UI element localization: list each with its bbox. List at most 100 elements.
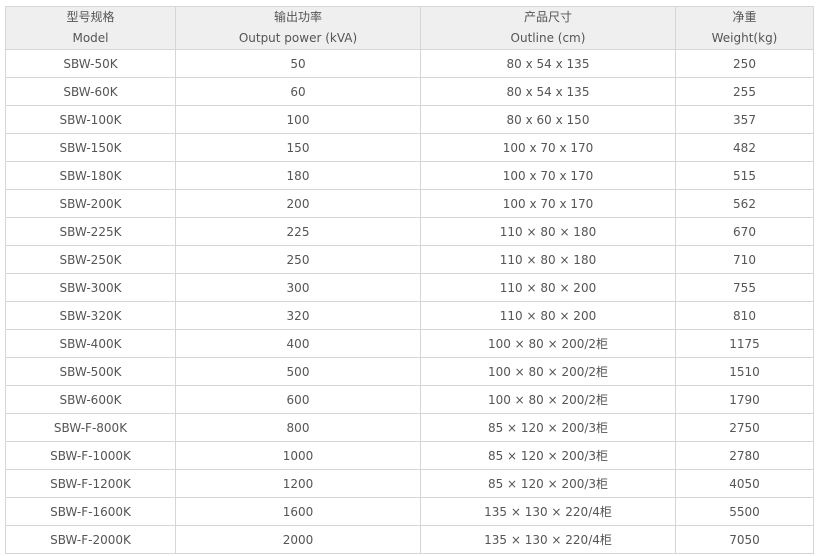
cell-model: SBW-500K [5, 357, 176, 386]
cell-model: SBW-F-1600K [5, 497, 176, 526]
cell-weight: 1510 [675, 357, 814, 386]
cell-output-power: 300 [175, 273, 421, 302]
table-row: SBW-320K 320 110 × 80 × 200 810 [5, 301, 814, 330]
cell-output-power: 200 [175, 189, 421, 218]
table-row: SBW-F-2000K 2000 135 × 130 × 220/4柜 7050 [5, 525, 814, 554]
cell-output-power: 2000 [175, 525, 421, 554]
cell-model: SBW-300K [5, 273, 176, 302]
cell-model: SBW-60K [5, 77, 176, 106]
header-outline-zh: 产品尺寸 [523, 10, 572, 24]
cell-output-power: 1200 [175, 469, 421, 498]
cell-outline: 110 × 80 × 200 [420, 301, 676, 330]
cell-weight: 810 [675, 301, 814, 330]
cell-model: SBW-225K [5, 217, 176, 246]
table-row: SBW-200K 200 100 x 70 x 170 562 [5, 189, 814, 218]
table-row: SBW-F-1000K 1000 85 × 120 × 200/3柜 2780 [5, 441, 814, 470]
cell-output-power: 225 [175, 217, 421, 246]
header-model-zh: 型号规格 [66, 10, 115, 24]
cell-output-power: 50 [175, 49, 421, 78]
cell-weight: 255 [675, 77, 814, 106]
table-row: SBW-100K 100 80 x 60 x 150 357 [5, 105, 814, 134]
table-row: SBW-F-1200K 1200 85 × 120 × 200/3柜 4050 [5, 469, 814, 498]
table-row: SBW-150K 150 100 x 70 x 170 482 [5, 133, 814, 162]
cell-outline: 100 x 70 x 170 [420, 161, 676, 190]
cell-output-power: 100 [175, 105, 421, 134]
cell-output-power: 1600 [175, 497, 421, 526]
header-output-power-zh: 输出功率 [273, 10, 322, 24]
cell-outline: 110 × 80 × 180 [420, 217, 676, 246]
cell-output-power: 600 [175, 385, 421, 414]
cell-weight: 2750 [675, 413, 814, 442]
cell-outline: 135 × 130 × 220/4柜 [420, 525, 676, 554]
cell-model: SBW-200K [5, 189, 176, 218]
cell-output-power: 400 [175, 329, 421, 358]
table-row: SBW-225K 225 110 × 80 × 180 670 [5, 217, 814, 246]
header-model: 型号规格 Model [5, 6, 176, 50]
header-outline: 产品尺寸 Outline (cm) [420, 6, 676, 50]
cell-weight: 710 [675, 245, 814, 274]
cell-outline: 100 x 70 x 170 [420, 133, 676, 162]
header-weight-en: Weight(kg) [711, 31, 778, 45]
header-outline-en: Outline (cm) [510, 31, 586, 45]
table-header: 型号规格 Model 输出功率 Output power (kVA) 产品尺寸 … [5, 6, 814, 50]
cell-output-power: 500 [175, 357, 421, 386]
cell-weight: 562 [675, 189, 814, 218]
cell-weight: 4050 [675, 469, 814, 498]
cell-weight: 515 [675, 161, 814, 190]
cell-model: SBW-50K [5, 49, 176, 78]
table-row: SBW-50K 50 80 x 54 x 135 250 [5, 49, 814, 78]
cell-outline: 85 × 120 × 200/3柜 [420, 413, 676, 442]
cell-output-power: 250 [175, 245, 421, 274]
table-row: SBW-400K 400 100 × 80 × 200/2柜 1175 [5, 329, 814, 358]
cell-model: SBW-250K [5, 245, 176, 274]
table-row: SBW-300K 300 110 × 80 × 200 755 [5, 273, 814, 302]
cell-model: SBW-180K [5, 161, 176, 190]
cell-weight: 1175 [675, 329, 814, 358]
cell-weight: 7050 [675, 525, 814, 554]
cell-model: SBW-100K [5, 105, 176, 134]
cell-weight: 5500 [675, 497, 814, 526]
cell-output-power: 150 [175, 133, 421, 162]
cell-weight: 2780 [675, 441, 814, 470]
cell-outline: 100 × 80 × 200/2柜 [420, 385, 676, 414]
cell-output-power: 320 [175, 301, 421, 330]
cell-outline: 110 × 80 × 180 [420, 245, 676, 274]
header-row: 型号规格 Model 输出功率 Output power (kVA) 产品尺寸 … [5, 6, 814, 50]
cell-model: SBW-320K [5, 301, 176, 330]
cell-model: SBW-F-1200K [5, 469, 176, 498]
cell-model: SBW-150K [5, 133, 176, 162]
cell-outline: 80 x 54 x 135 [420, 49, 676, 78]
cell-outline: 80 x 60 x 150 [420, 105, 676, 134]
table-row: SBW-60K 60 80 x 54 x 135 255 [5, 77, 814, 106]
table-row: SBW-F-1600K 1600 135 × 130 × 220/4柜 5500 [5, 497, 814, 526]
header-output-power-en: Output power (kVA) [238, 31, 358, 45]
table-row: SBW-180K 180 100 x 70 x 170 515 [5, 161, 814, 190]
cell-outline: 80 x 54 x 135 [420, 77, 676, 106]
cell-outline: 110 × 80 × 200 [420, 273, 676, 302]
cell-weight: 482 [675, 133, 814, 162]
header-weight-zh: 净重 [732, 10, 757, 24]
cell-outline: 100 x 70 x 170 [420, 189, 676, 218]
cell-weight: 670 [675, 217, 814, 246]
cell-output-power: 1000 [175, 441, 421, 470]
cell-model: SBW-F-1000K [5, 441, 176, 470]
cell-output-power: 800 [175, 413, 421, 442]
cell-weight: 250 [675, 49, 814, 78]
header-weight: 净重 Weight(kg) [675, 6, 814, 50]
cell-outline: 100 × 80 × 200/2柜 [420, 357, 676, 386]
cell-model: SBW-F-800K [5, 413, 176, 442]
table-body: SBW-50K 50 80 x 54 x 135 250 SBW-60K 60 80 x 5… [5, 49, 814, 554]
cell-output-power: 180 [175, 161, 421, 190]
cell-outline: 100 × 80 × 200/2柜 [420, 329, 676, 358]
header-output-power: 输出功率 Output power (kVA) [175, 6, 421, 50]
table-row: SBW-F-800K 800 85 × 120 × 200/3柜 2750 [5, 413, 814, 442]
cell-model: SBW-600K [5, 385, 176, 414]
cell-model: SBW-F-2000K [5, 525, 176, 554]
cell-output-power: 60 [175, 77, 421, 106]
cell-outline: 85 × 120 × 200/3柜 [420, 441, 676, 470]
spec-table-container: 型号规格 Model 输出功率 Output power (kVA) 产品尺寸 … [5, 6, 814, 554]
cell-outline: 85 × 120 × 200/3柜 [420, 469, 676, 498]
table-row: SBW-250K 250 110 × 80 × 180 710 [5, 245, 814, 274]
cell-weight: 357 [675, 105, 814, 134]
cell-weight: 755 [675, 273, 814, 302]
